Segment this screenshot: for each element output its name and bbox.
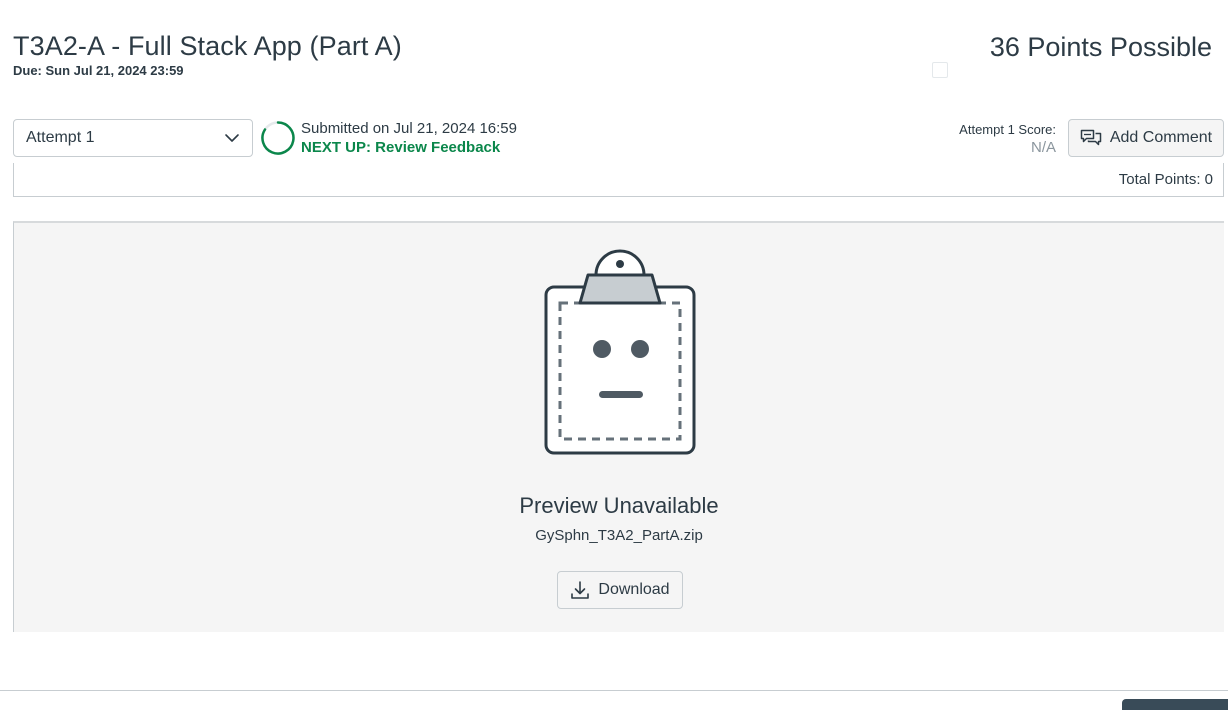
assignment-submission-page: T3A2-A - Full Stack App (Part A) Due: Su… [0, 0, 1228, 710]
comments-icon [1080, 128, 1102, 148]
total-points-bar: Total Points: 0 [13, 163, 1224, 197]
total-points: Total Points: 0 [1118, 171, 1213, 188]
submission-progress-icon [260, 120, 296, 156]
placeholder-box [932, 62, 948, 78]
add-comment-label: Add Comment [1109, 129, 1213, 146]
add-comment-button[interactable]: Add Comment [1068, 119, 1224, 157]
download-button[interactable]: Download [557, 571, 683, 609]
attempt-score-value: N/A [1030, 139, 1056, 156]
points-possible: 36 Points Possible [989, 32, 1212, 62]
next-up-link[interactable]: NEXT UP: Review Feedback [301, 139, 500, 156]
download-icon [570, 580, 590, 600]
file-preview-panel: Preview Unavailable GySphn_T3A2_PartA.zi… [13, 221, 1224, 632]
file-name: GySphn_T3A2_PartA.zip [535, 527, 703, 544]
chevron-down-icon [224, 130, 240, 146]
submitted-status: Submitted on Jul 21, 2024 16:59 [301, 120, 517, 137]
assignment-title: T3A2-A - Full Stack App (Part A) [13, 31, 402, 61]
footer-divider [0, 690, 1228, 691]
due-date: Due: Sun Jul 21, 2024 23:59 [13, 63, 184, 78]
download-label: Download [598, 581, 670, 598]
clipboard-unavailable-icon [544, 247, 696, 457]
attempt-select-value: Attempt 1 [26, 129, 95, 146]
attempt-score-label: Attempt 1 Score: [959, 122, 1056, 137]
footer-button[interactable] [1122, 699, 1228, 710]
attempt-select[interactable]: Attempt 1 [13, 119, 253, 157]
preview-unavailable-title: Preview Unavailable [519, 493, 719, 518]
